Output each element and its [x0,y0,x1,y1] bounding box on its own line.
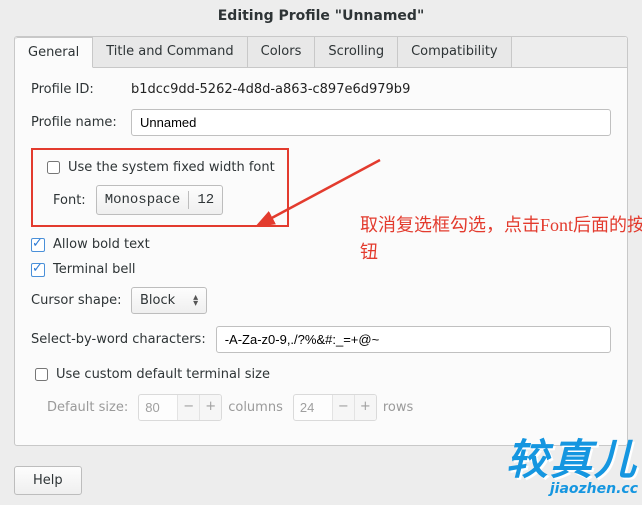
chevron-updown-icon: ▴▾ [193,295,198,307]
rows-plus-button: + [354,395,376,420]
font-size-value: 12 [197,192,214,208]
columns-unit: columns [228,400,283,415]
cursor-shape-label: Cursor shape: [31,293,131,308]
use-system-font-label: Use the system fixed width font [68,160,275,175]
columns-minus-button: − [177,395,199,420]
watermark-big: 较真儿 [506,439,638,481]
default-size-label: Default size: [47,400,128,415]
select-by-word-input[interactable] [216,326,611,353]
font-button-divider [188,191,189,209]
rows-stepper: − + [293,394,377,421]
use-system-font-checkbox[interactable] [47,161,60,174]
font-label: Font: [53,193,86,208]
terminal-bell-label: Terminal bell [53,262,136,277]
tab-colors[interactable]: Colors [248,37,316,67]
rows-unit: rows [383,400,413,415]
font-chooser-button[interactable]: Monospace 12 [96,185,223,215]
watermark: 较真儿 jiaozhen.cc [506,439,638,497]
cursor-shape-combo[interactable]: Block ▴▾ [131,287,207,314]
annotation-highlight-box: Use the system fixed width font Font: Mo… [31,148,289,227]
allow-bold-checkbox[interactable] [31,238,45,252]
columns-plus-button: + [199,395,221,420]
rows-input [294,395,332,420]
help-button[interactable]: Help [14,466,82,495]
rows-minus-button: − [332,395,354,420]
tab-general[interactable]: General [15,37,93,68]
window-title: Editing Profile "Unnamed" [0,0,642,36]
terminal-bell-checkbox[interactable] [31,263,45,277]
columns-input [139,395,177,420]
tab-scrolling[interactable]: Scrolling [315,37,398,67]
columns-stepper: − + [138,394,222,421]
tab-title-command[interactable]: Title and Command [93,37,247,67]
profile-id-label: Profile ID: [31,82,131,97]
allow-bold-label: Allow bold text [53,237,150,252]
profile-name-input[interactable] [131,109,611,136]
tab-row: General Title and Command Colors Scrolli… [15,37,627,68]
cursor-shape-value: Block [140,293,175,308]
tab-compatibility[interactable]: Compatibility [398,37,512,67]
custom-size-checkbox[interactable] [35,368,48,381]
custom-size-label: Use custom default terminal size [56,367,270,382]
font-family-value: Monospace [105,192,181,208]
profile-name-label: Profile name: [31,115,131,130]
annotation-text: 取消复选框勾选，点击Font后面的按钮 [360,212,642,266]
select-by-word-label: Select-by-word characters: [31,332,206,347]
profile-id-value: b1dcc9dd-5262-4d8d-a863-c897e6d979b9 [131,82,410,97]
